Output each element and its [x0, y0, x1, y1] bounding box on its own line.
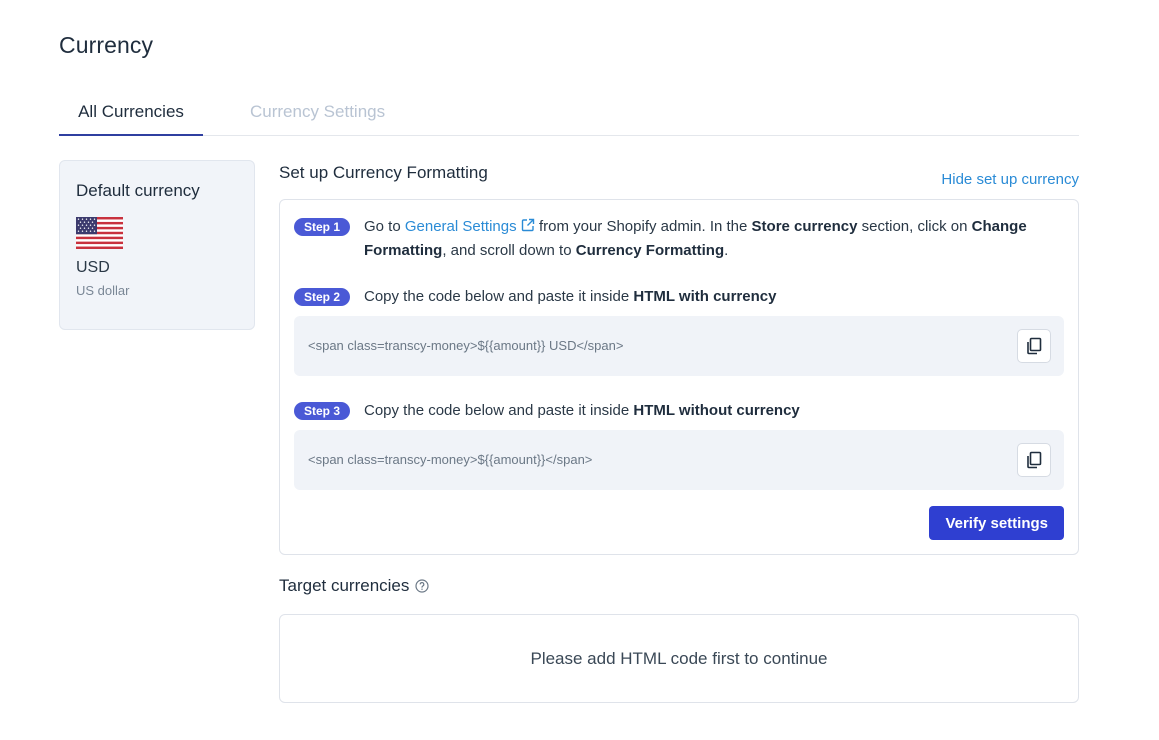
step-2: Step 2 Copy the code below and paste it … [294, 285, 1064, 309]
verify-settings-button[interactable]: Verify settings [929, 506, 1064, 540]
default-currency-title: Default currency [76, 181, 200, 200]
help-icon[interactable] [415, 579, 429, 593]
default-currency-name: US dollar [76, 283, 130, 298]
us-flag-icon [76, 217, 123, 249]
step-1-store-currency: Store currency [751, 218, 858, 235]
copy-icon [1027, 451, 1042, 469]
copy-button-without-currency[interactable] [1017, 443, 1051, 477]
step-1-currency-formatting: Currency Formatting [575, 242, 725, 259]
hide-setup-link[interactable]: Hide set up currency [941, 171, 1079, 188]
default-currency-code: USD [76, 259, 110, 276]
code-box-without-currency: <span class=transcy-money>${{amount}}</s… [294, 430, 1064, 490]
step-1: Step 1 Go to General Settings from your … [294, 215, 1064, 263]
step-2-badge: Step 2 [294, 288, 351, 306]
page-title: Currency [59, 32, 154, 58]
step-1-text-d: . [724, 242, 729, 259]
step-3-html-without-currency: HTML without currency [633, 402, 800, 419]
setup-title: Set up Currency Formatting [279, 163, 488, 182]
target-currencies-panel: Please add HTML code first to continue [279, 614, 1079, 703]
step-2-instruction: Copy the code below and paste it inside [364, 288, 630, 305]
step-3: Step 3 Copy the code below and paste it … [294, 399, 1064, 423]
code-box-with-currency: <span class=transcy-money>${{amount}} US… [294, 316, 1064, 376]
step-3-instruction: Copy the code below and paste it inside [364, 402, 630, 419]
default-currency-card: Default currency USD US dollar [59, 160, 255, 330]
external-link-icon [521, 218, 534, 232]
tab-bar: All Currencies Currency Settings [59, 96, 1079, 136]
code-with-currency: <span class=transcy-money>${{amount}} US… [308, 338, 624, 353]
general-settings-link[interactable]: General Settings [405, 218, 539, 235]
step-3-badge: Step 3 [294, 402, 351, 420]
target-currencies-title: Target currencies [279, 576, 429, 596]
copy-button-with-currency[interactable] [1017, 329, 1051, 363]
target-currencies-label: Target currencies [279, 576, 410, 595]
step-2-text: Copy the code below and paste it inside … [364, 285, 1064, 309]
step-1-text-c: , and scroll down to [442, 242, 572, 259]
code-without-currency: <span class=transcy-money>${{amount}}</s… [308, 452, 593, 467]
step-3-text: Copy the code below and paste it inside … [364, 399, 1064, 423]
step-1-text-a: from your Shopify admin. In the [538, 218, 748, 235]
step-2-html-with-currency: HTML with currency [633, 288, 777, 305]
general-settings-link-label: General Settings [404, 218, 517, 235]
tab-currency-settings[interactable]: Currency Settings [250, 96, 385, 136]
setup-panel: Step 1 Go to General Settings from your … [279, 199, 1079, 555]
step-1-text: Go to General Settings from your Shopify… [364, 215, 1064, 263]
copy-icon [1027, 337, 1042, 355]
step-1-text-b: section, click on [861, 218, 968, 235]
tab-all-currencies[interactable]: All Currencies [59, 96, 203, 136]
step-1-badge: Step 1 [294, 218, 351, 236]
target-empty-message: Please add HTML code first to continue [530, 648, 828, 668]
step-1-go-to: Go to [364, 218, 401, 235]
